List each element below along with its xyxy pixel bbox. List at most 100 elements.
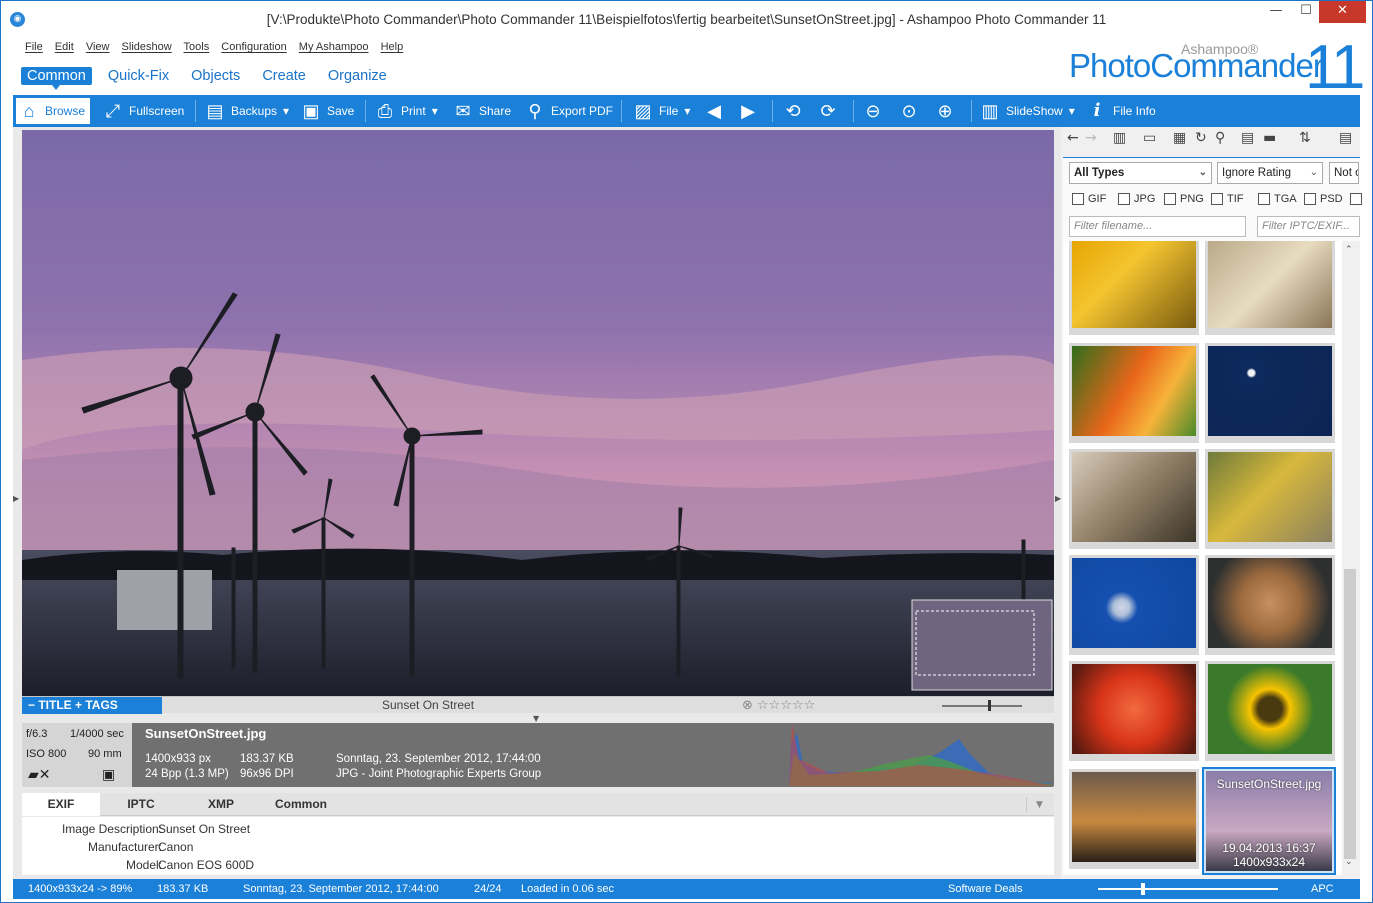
photo-title[interactable]: Sunset On Street (382, 698, 474, 712)
histogram (789, 723, 1051, 786)
tab-common[interactable]: Common (21, 67, 92, 90)
iptc-filter-input[interactable]: Filter IPTC/EXIF... (1257, 216, 1360, 237)
status-zoom-handle[interactable] (1141, 883, 1145, 895)
meta-value[interactable]: Canon EOS 600D (158, 858, 254, 872)
thumbnail[interactable] (1205, 555, 1335, 655)
filter-tif-checkbox[interactable]: TIF (1211, 193, 1244, 205)
star-rating[interactable]: ☆☆☆☆☆ (757, 698, 815, 713)
type-filter-select[interactable]: All Types ⌄ (1069, 162, 1212, 184)
thumbnail[interactable] (1069, 449, 1199, 549)
filter-gif-checkbox[interactable]: GIF (1072, 193, 1106, 205)
forward-icon[interactable]: → (1085, 130, 1097, 146)
filter-psd-checkbox[interactable]: PSD (1304, 193, 1343, 205)
filter-jpg-checkbox[interactable]: JPG (1118, 193, 1155, 205)
thumbnail[interactable] (1205, 449, 1335, 549)
thumbnail[interactable] (1069, 343, 1199, 443)
file-button[interactable]: ▨ File ▾ (633, 95, 690, 127)
menu-configuration[interactable]: Configuration (221, 41, 286, 53)
rotate-left-button[interactable]: ⟲ (783, 95, 803, 127)
rating-filter-select[interactable]: Ignore Rating ⌄ (1217, 162, 1323, 184)
menu-help[interactable]: Help (381, 41, 404, 53)
menu-my-ashampoo[interactable]: My Ashampoo (299, 41, 369, 53)
other-filter-select[interactable]: Not o (1329, 162, 1359, 184)
fullscreen-button[interactable]: ⤢ Fullscreen (103, 95, 185, 127)
shooting-info: f/6.3 1/4000 sec ISO 800 90 mm ▰✕ ▣ (22, 723, 132, 787)
scroll-up-icon[interactable]: ⌃ (1345, 245, 1353, 255)
status-zoom-slider[interactable] (1098, 888, 1278, 890)
back-icon[interactable]: ← (1067, 130, 1079, 146)
title-tags-toggle[interactable]: − TITLE + TAGS (22, 697, 162, 714)
scrollbar-thumb[interactable] (1344, 569, 1356, 859)
tab-organize[interactable]: Organize (322, 67, 393, 85)
collapse-left-icon[interactable]: ▶ (13, 494, 20, 508)
clear-rating-icon[interactable]: ⊗ (742, 698, 757, 713)
previous-button[interactable]: ◀ (704, 95, 724, 127)
filter-more-checkbox[interactable] (1350, 193, 1362, 205)
refresh-icon[interactable]: ↻ (1195, 130, 1207, 146)
sort-icon[interactable]: ⇅ (1299, 130, 1311, 146)
folder-up-icon[interactable]: ▥ (1113, 130, 1126, 146)
tab-iptc[interactable]: IPTC (106, 793, 176, 816)
tab-common-meta[interactable]: Common (266, 793, 336, 816)
zoom-in-button[interactable]: ⊕ (935, 95, 955, 127)
thumbnail[interactable] (1069, 769, 1199, 869)
menu-edit[interactable]: Edit (55, 41, 74, 53)
menu-view[interactable]: View (86, 41, 110, 53)
print-button[interactable]: ⎙ Print ▾ (375, 95, 438, 127)
menu-tools[interactable]: Tools (184, 41, 210, 53)
filter-tga-checkbox[interactable]: TGA (1258, 193, 1297, 205)
close-icon[interactable]: ✕ (1319, 1, 1366, 23)
save-button[interactable]: ▣ Save (301, 95, 354, 127)
toolbar-divider (971, 100, 972, 122)
zoom-out-button[interactable]: ⊖ (863, 95, 883, 127)
menu-slideshow[interactable]: Slideshow (122, 41, 172, 53)
zoom-fit-button[interactable]: ⊙ (899, 95, 919, 127)
meta-value[interactable]: Canon (158, 840, 193, 854)
home-icon: ⌂ (23, 101, 35, 121)
toolbar-divider (621, 100, 622, 122)
thumbnail[interactable] (1069, 555, 1199, 655)
checkbox-icon (1164, 193, 1176, 205)
tab-create[interactable]: Create (256, 67, 312, 85)
rotate-right-button[interactable]: ⟳ (818, 95, 838, 127)
metadata-dropdown-icon[interactable]: ▼ (1026, 797, 1052, 813)
maximize-icon[interactable]: ☐ (1289, 1, 1323, 23)
search-icon[interactable]: ⚲ (1215, 130, 1225, 146)
file-info-button[interactable]: i File Info (1087, 95, 1156, 127)
grid-icon[interactable]: ▦ (1173, 130, 1186, 146)
main-photo[interactable] (22, 130, 1054, 696)
filter-png-checkbox[interactable]: PNG (1164, 193, 1204, 205)
thumbnail[interactable] (1205, 661, 1335, 761)
thumbnail[interactable] (1069, 661, 1199, 761)
thumbnail-selected[interactable]: SunsetOnStreet.jpg 19.04.2013 16:37 1400… (1202, 767, 1336, 875)
menu-file[interactable]: File (25, 41, 43, 53)
list-icon[interactable]: ▤ (1339, 130, 1352, 146)
arrow-left-icon: ◀ (707, 101, 721, 121)
tab-quick-fix[interactable]: Quick-Fix (102, 67, 175, 85)
slideshow-button[interactable]: ▥ SlideShow ▾ (980, 95, 1074, 127)
filename-filter-input[interactable]: Filter filename... (1069, 216, 1246, 237)
zoom-slider-handle[interactable] (988, 700, 991, 711)
minimize-icon[interactable]: — (1259, 1, 1293, 23)
tab-objects[interactable]: Objects (185, 67, 246, 85)
thumbnail[interactable] (1205, 343, 1335, 443)
thumbnail[interactable] (1069, 241, 1199, 335)
folder-icon[interactable]: ▬ (1263, 130, 1276, 146)
pdf-icon: ⚲ (528, 101, 542, 121)
share-button[interactable]: ✉ Share (453, 95, 511, 127)
meta-value[interactable]: Sunset On Street (158, 822, 250, 836)
browse-button[interactable]: ⌂ Browse (16, 98, 91, 124)
rating-stars[interactable]: ⊗ ☆☆☆☆☆ (742, 697, 815, 714)
thumbnail[interactable] (1205, 241, 1335, 335)
collapse-info-icon[interactable]: ▼ (533, 714, 539, 723)
app-logo: Ashampoo® PhotoCommander 11 (1069, 35, 1365, 101)
tab-xmp[interactable]: XMP (186, 793, 256, 816)
software-deals-link[interactable]: Software Deals (948, 879, 1023, 899)
zoom-slider[interactable] (942, 705, 1022, 707)
next-button[interactable]: ▶ (738, 95, 758, 127)
panel-icon[interactable]: ▭ (1143, 130, 1156, 146)
backups-button[interactable]: ▤ Backups ▾ (205, 95, 289, 127)
new-folder-icon[interactable]: ▤ (1241, 130, 1254, 146)
tab-exif[interactable]: EXIF (22, 793, 100, 816)
export-pdf-button[interactable]: ⚲ Export PDF (525, 95, 613, 127)
